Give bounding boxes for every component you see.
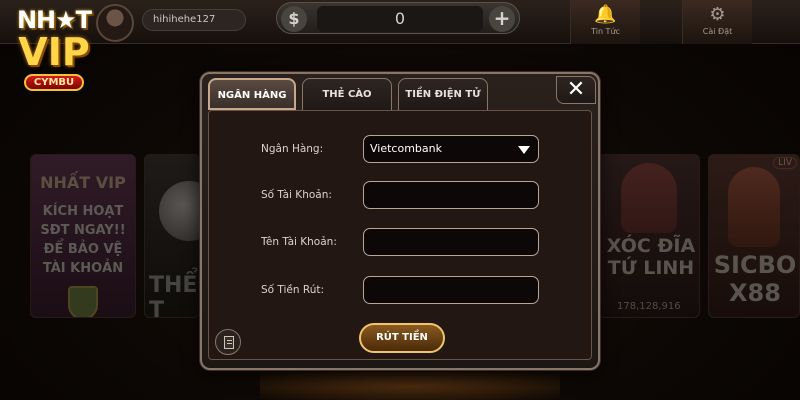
- account-name-input[interactable]: [363, 228, 539, 256]
- close-icon: ✕: [566, 77, 586, 102]
- avatar[interactable]: [96, 4, 134, 42]
- bell-icon: 🔔: [594, 4, 617, 25]
- withdraw-button[interactable]: RÚT TIỀN: [359, 323, 445, 353]
- bank-select[interactable]: Vietcombank: [363, 135, 539, 163]
- settings-button[interactable]: ⚙ Cài Đặt: [682, 0, 752, 44]
- history-button[interactable]: [215, 329, 241, 355]
- account-name-label: Tên Tài Khoản:: [261, 236, 337, 248]
- tab-bank[interactable]: NGÂN HÀNG: [208, 78, 296, 110]
- floor-glow: [260, 372, 560, 400]
- tab-scratch-card[interactable]: THẺ CÀO: [302, 78, 392, 110]
- username-display: hihihehe127: [142, 9, 246, 31]
- balance-value: 0: [317, 6, 483, 32]
- news-label: Tin Tức: [591, 27, 620, 36]
- withdraw-dialog: NGÂN HÀNG THẺ CÀO TIỀN ĐIỆN TỬ ✕ Ngân Hà…: [200, 72, 600, 370]
- top-bar-divider: [640, 0, 682, 44]
- tab-crypto[interactable]: TIỀN ĐIỆN TỬ: [398, 78, 488, 110]
- bank-label: Ngân Hàng:: [261, 143, 324, 155]
- news-button[interactable]: 🔔 Tin Tức: [570, 0, 640, 44]
- account-number-label: Số Tài Khoản:: [261, 189, 332, 201]
- brand-logo: NH★T VIP CYMBU: [8, 6, 100, 110]
- amount-input[interactable]: [363, 276, 539, 304]
- withdraw-form: Ngân Hàng: Vietcombank Số Tài Khoản: Tên…: [208, 110, 592, 360]
- balance-bar: $ 0 +: [276, 2, 520, 34]
- logo-vip-text: VIP: [18, 30, 90, 74]
- amount-label: Số Tiền Rút:: [261, 284, 325, 296]
- deposit-plus-button[interactable]: +: [489, 6, 515, 32]
- settings-label: Cài Đặt: [702, 27, 733, 36]
- gear-icon: ⚙: [709, 4, 726, 25]
- document-icon: [224, 336, 234, 349]
- top-bar: hihihehe127 $ 0 + 🔔 Tin Tức ⚙ Cài Đặt: [0, 0, 800, 44]
- chevron-down-icon: [518, 146, 530, 154]
- bank-select-value: Vietcombank: [370, 142, 442, 155]
- close-button[interactable]: ✕: [556, 76, 596, 104]
- currency-icon: $: [281, 6, 307, 32]
- logo-badge: CYMBU: [23, 74, 85, 91]
- account-number-input[interactable]: [363, 181, 539, 209]
